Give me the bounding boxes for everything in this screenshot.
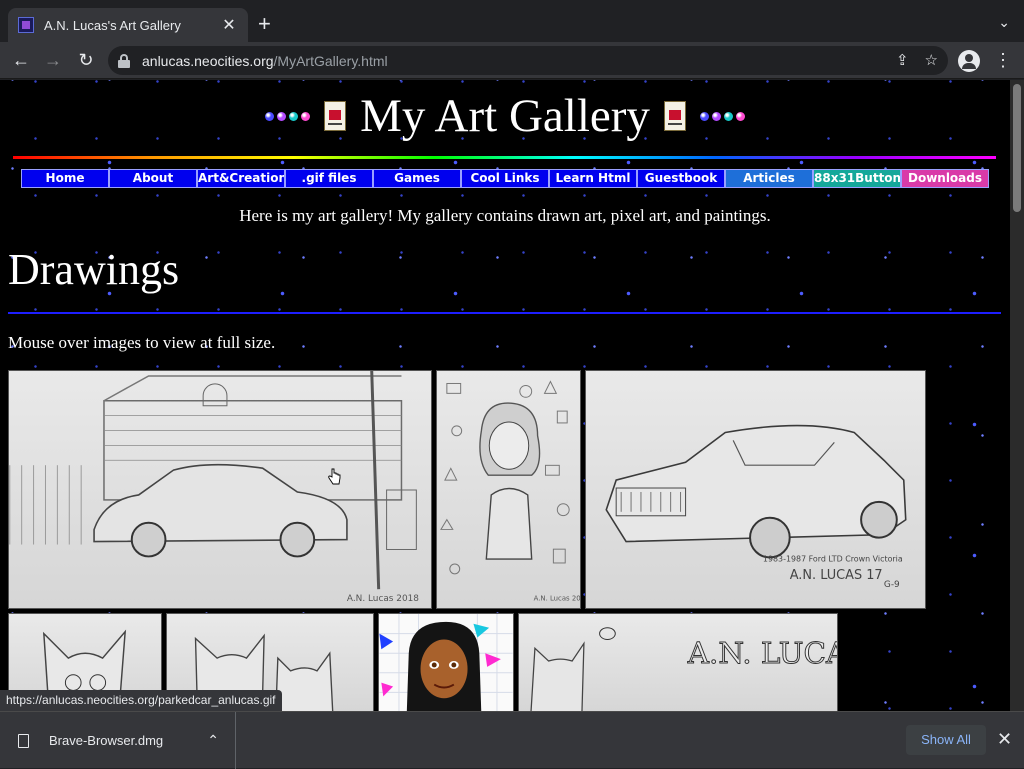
url-path: /MyArtGallery.html — [273, 52, 388, 69]
orb-icon — [301, 111, 311, 121]
intro-text: Here is my art gallery! My gallery conta… — [239, 206, 771, 225]
lock-icon[interactable] — [118, 53, 130, 68]
rainbow-divider — [13, 156, 996, 159]
nav-learn-html[interactable]: Learn Html — [549, 169, 637, 188]
vertical-scrollbar[interactable] — [1010, 80, 1024, 711]
notepad-icon — [324, 101, 347, 131]
site-favicon-icon — [18, 17, 34, 33]
orb-icon — [735, 111, 745, 121]
reload-icon[interactable]: ↻ — [75, 50, 97, 72]
close-tab-icon[interactable]: ✕ — [220, 15, 238, 35]
drawing-caption-model: 1983-1987 Ford LTD Crown Victoria — [763, 554, 903, 563]
address-bar[interactable]: anlucas.neocities.org/MyArtGallery.html … — [108, 46, 948, 75]
orb-decoration-right — [699, 111, 745, 121]
drawing-code: G-9 — [884, 580, 900, 590]
drawing-signature: A.N. Lucas 2018 — [347, 594, 419, 604]
nav-88x31-buttons[interactable]: 88x31Buttons — [813, 169, 901, 188]
nav-home[interactable]: Home — [21, 169, 109, 188]
nav-downloads[interactable]: Downloads — [901, 169, 989, 188]
an-lucas-logo-drawing[interactable]: A.N. LUCAS — [518, 613, 838, 711]
url-host: anlucas.neocities.org — [142, 52, 274, 69]
download-file-name: Brave-Browser.dmg — [49, 733, 164, 748]
girl-doodle-sketch: A.N. Lucas 2018 — [440, 380, 580, 602]
nav-gif-files[interactable]: .gif files — [285, 169, 373, 188]
nav-games[interactable]: Games — [373, 169, 461, 188]
drawing-signature: A.N. LUCAS — [687, 636, 837, 670]
hover-hint: Mouse over images to view at full size. — [8, 333, 276, 352]
orb-icon — [277, 111, 287, 121]
orb-icon — [711, 111, 721, 121]
chevron-up-icon[interactable]: ⌃ — [207, 732, 219, 749]
crown-victoria-sketch: 1983-1987 Ford LTD Crown Victoria A.N. L… — [605, 424, 907, 590]
orb-icon — [289, 111, 299, 121]
site-header: My Art Gallery — [0, 86, 1010, 146]
nav-articles[interactable]: Articles — [725, 169, 813, 188]
parked-car-drawing[interactable]: A.N. Lucas 2018 — [8, 370, 432, 609]
drawing-signature: A.N. Lucas 2018 — [534, 594, 580, 602]
share-icon[interactable]: ⇪ — [896, 51, 909, 69]
tab-strip: A.N. Lucas's Art Gallery ✕ + ⌄ — [0, 0, 1024, 42]
new-tab-icon[interactable]: + — [258, 13, 271, 35]
show-all-button[interactable]: Show All — [906, 725, 986, 755]
kebab-menu-icon[interactable]: ⋮ — [994, 51, 1012, 69]
tab-search-chevron-icon[interactable]: ⌄ — [998, 14, 1010, 31]
profile-icon[interactable] — [958, 50, 980, 72]
notepad-icon — [663, 101, 686, 131]
section-divider — [8, 312, 1001, 314]
pixel-girl-art[interactable] — [378, 613, 514, 711]
pixel-girl-image — [379, 614, 513, 711]
crown-victoria-drawing[interactable]: 1983-1987 Ford LTD Crown Victoria A.N. L… — [585, 370, 926, 609]
section-heading-drawings: Drawings — [8, 245, 180, 294]
page-title: My Art Gallery — [360, 90, 650, 142]
tab-title: A.N. Lucas's Art Gallery — [44, 17, 181, 33]
drawing-signature: A.N. LUCAS 17 — [790, 568, 883, 583]
downloads-bar: Brave-Browser.dmg ⌃ Show All ✕ — [0, 711, 1024, 769]
scrollbar-thumb[interactable] — [1013, 84, 1021, 212]
orb-icon — [699, 111, 709, 121]
nav-about[interactable]: About — [109, 169, 197, 188]
nav-cool-links[interactable]: Cool Links — [461, 169, 549, 188]
orb-icon — [723, 111, 733, 121]
download-item[interactable]: Brave-Browser.dmg ⌃ — [0, 712, 236, 769]
close-icon[interactable]: ✕ — [997, 729, 1012, 749]
file-icon — [18, 733, 29, 748]
link-status-bubble: https://anlucas.neocities.org/parkedcar_… — [0, 690, 282, 711]
back-arrow-icon[interactable]: ← — [10, 50, 32, 72]
girl-doodle-drawing[interactable]: A.N. Lucas 2018 — [436, 370, 581, 609]
site-navbar: Home About Art&Creations .gif files Game… — [21, 169, 989, 188]
hand-cursor-icon — [328, 468, 341, 485]
bookmark-star-icon[interactable]: ☆ — [925, 51, 938, 69]
orb-icon — [265, 111, 275, 121]
nav-art-creations[interactable]: Art&Creations — [197, 169, 285, 188]
active-tab[interactable]: A.N. Lucas's Art Gallery ✕ — [8, 8, 248, 42]
an-lucas-logo-sketch: A.N. LUCAS — [530, 627, 837, 711]
page-viewport: My Art Gallery Home About Art&Creations … — [0, 80, 1010, 711]
browser-toolbar: ← → ↻ anlucas.neocities.org/MyArtGallery… — [0, 42, 1024, 79]
parked-car-sketch: A.N. Lucas 2018 — [9, 371, 419, 604]
orb-decoration-left — [265, 111, 311, 121]
forward-arrow-icon[interactable]: → — [42, 50, 64, 72]
nav-guestbook[interactable]: Guestbook — [637, 169, 725, 188]
